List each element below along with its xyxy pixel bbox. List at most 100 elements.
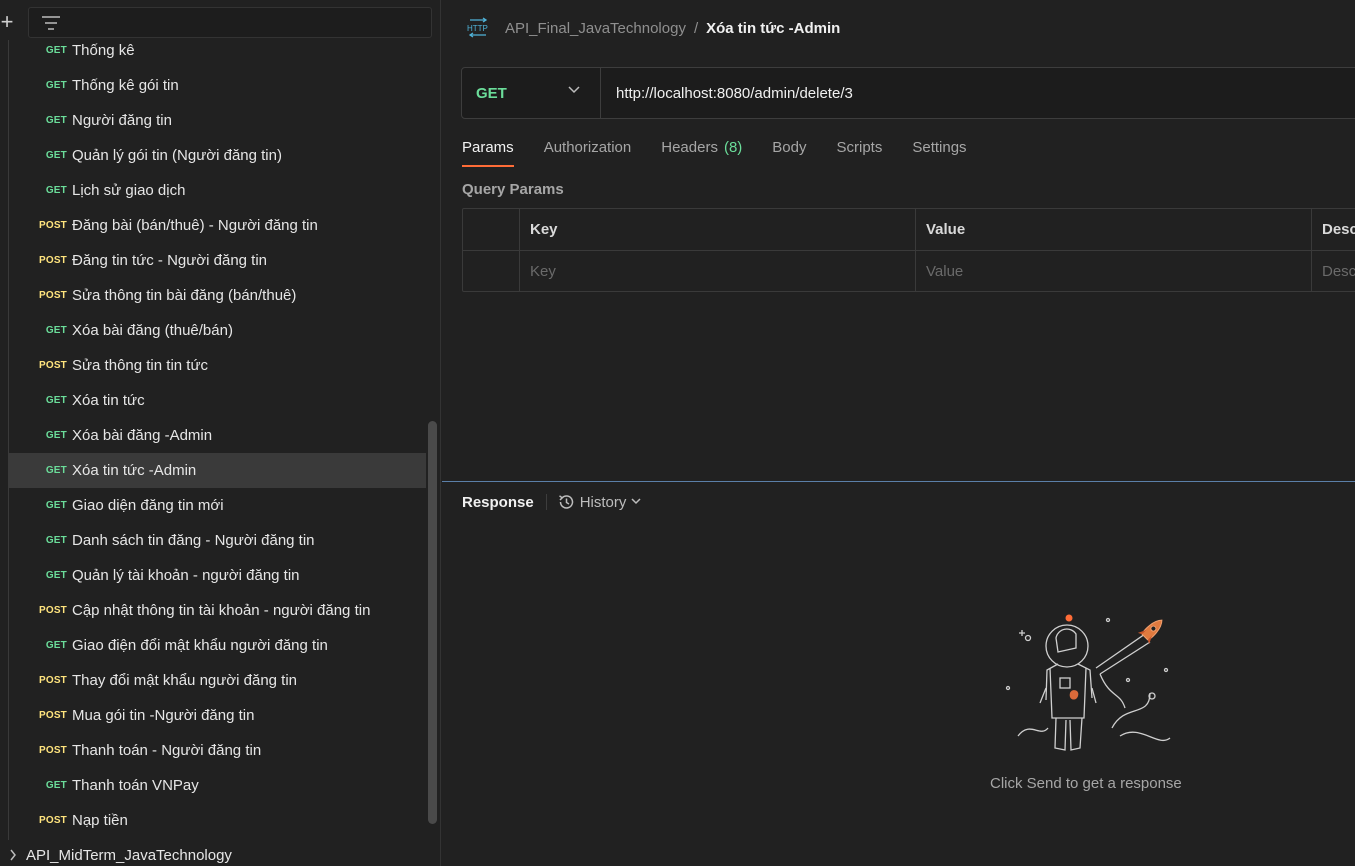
method-label: GET bbox=[476, 84, 507, 102]
query-params-table: Key Value Desc Key Value Desc bbox=[462, 208, 1355, 292]
request-name: Quản lý tài khoản - người đăng tin bbox=[72, 567, 300, 584]
request-name: Quản lý gói tin (Người đăng tin) bbox=[72, 147, 282, 164]
method-badge: POST bbox=[38, 745, 67, 756]
request-name: Thay đổi mật khẩu người đăng tin bbox=[72, 672, 298, 689]
sidebar-request-item[interactable]: POST Thay đổi mật khẩu người đăng tin bbox=[0, 663, 426, 698]
chevron-down-icon bbox=[568, 86, 580, 94]
history-button[interactable]: History bbox=[557, 493, 652, 511]
response-title: Response bbox=[462, 493, 534, 511]
request-name: Thống kê gói tin bbox=[72, 77, 179, 94]
request-panel: HTTP API_Final_JavaTechnology / Xóa tin … bbox=[442, 0, 1355, 866]
sidebar-request-item[interactable]: GET Xóa tin tức -Admin bbox=[8, 453, 426, 488]
request-name: Xóa bài đăng -Admin bbox=[72, 427, 213, 444]
value-input[interactable]: Value bbox=[915, 251, 1311, 291]
method-badge: GET bbox=[45, 500, 67, 511]
request-name: Mua gói tin -Người đăng tin bbox=[72, 707, 255, 724]
column-header-value: Value bbox=[915, 209, 1311, 250]
sidebar-request-item[interactable]: POST Thanh toán - Người đăng tin bbox=[0, 733, 426, 768]
astronaut-illustration bbox=[1005, 614, 1171, 751]
sidebar-request-item[interactable]: POST Sửa thông tin bài đăng (bán/thuê) bbox=[0, 278, 426, 313]
tab-scripts-label: Scripts bbox=[836, 139, 883, 156]
sidebar-request-item[interactable]: GET Xóa bài đăng -Admin bbox=[0, 418, 426, 453]
tab-authorization[interactable]: Authorization bbox=[544, 135, 632, 167]
sidebar-request-item[interactable]: GET Giao diện đăng tin mới bbox=[0, 488, 426, 523]
sidebar-request-item[interactable]: GET Thống kê bbox=[0, 33, 426, 68]
sidebar-request-item[interactable]: GET Xóa bài đăng (thuê/bán) bbox=[0, 313, 426, 348]
method-select[interactable]: GET bbox=[462, 68, 601, 118]
method-badge: GET bbox=[45, 115, 67, 126]
sidebar-request-item[interactable]: GET Danh sách tin đăng - Người đăng tin bbox=[0, 523, 426, 558]
sidebar-request-item[interactable]: GET Xóa tin tức bbox=[0, 383, 426, 418]
tab-params-label: Params bbox=[462, 139, 514, 156]
method-badge: GET bbox=[45, 430, 67, 441]
request-name: Xóa tin tức bbox=[72, 392, 145, 409]
sidebar-request-item[interactable]: POST Nạp tiền bbox=[0, 803, 426, 838]
history-icon bbox=[558, 495, 573, 509]
request-name: Danh sách tin đăng - Người đăng tin bbox=[72, 532, 315, 549]
breadcrumb-request-name[interactable]: Xóa tin tức -Admin bbox=[706, 20, 840, 37]
sidebar-request-item[interactable]: GET Quản lý gói tin (Người đăng tin) bbox=[0, 138, 426, 173]
method-badge: GET bbox=[45, 395, 67, 406]
response-header: Response History bbox=[462, 490, 651, 514]
sidebar-request-item[interactable]: POST Đăng tin tức - Người đăng tin bbox=[0, 243, 426, 278]
url-input[interactable] bbox=[601, 68, 1355, 118]
breadcrumb-separator: / bbox=[693, 19, 699, 37]
empty-response-message: Click Send to get a response bbox=[990, 775, 1182, 792]
sidebar: + GET Thống kê GET Thống kê gói tin GET Người… bbox=[0, 0, 441, 866]
filter-icon[interactable] bbox=[41, 15, 61, 31]
method-badge: GET bbox=[45, 535, 67, 546]
method-badge: GET bbox=[45, 780, 67, 791]
tab-body[interactable]: Body bbox=[772, 135, 806, 167]
http-request-icon: HTTP bbox=[466, 17, 490, 39]
method-badge: GET bbox=[45, 150, 67, 161]
method-badge: GET bbox=[45, 80, 67, 91]
method-badge: POST bbox=[38, 815, 67, 826]
add-icon[interactable]: + bbox=[0, 8, 18, 36]
sidebar-request-item[interactable]: GET Người đăng tin bbox=[0, 103, 426, 138]
sidebar-request-item[interactable]: POST Sửa thông tin tin tức bbox=[0, 348, 426, 383]
svg-text:HTTP: HTTP bbox=[467, 24, 488, 33]
breadcrumb-collection[interactable]: API_Final_JavaTechnology bbox=[505, 20, 686, 37]
sidebar-request-item[interactable]: GET Thống kê gói tin bbox=[0, 68, 426, 103]
sidebar-request-item[interactable]: GET Quản lý tài khoản - người đăng tin bbox=[0, 558, 426, 593]
method-badge: GET bbox=[45, 45, 67, 56]
method-badge: GET bbox=[45, 570, 67, 581]
sidebar-request-item[interactable]: GET Thanh toán VNPay bbox=[0, 768, 426, 803]
tab-headers[interactable]: Headers (8) bbox=[661, 135, 742, 167]
sidebar-scrollbar[interactable] bbox=[428, 421, 437, 824]
description-input[interactable]: Desc bbox=[1311, 251, 1355, 291]
sidebar-request-item[interactable]: POST Đăng bài (bán/thuê) - Người đăng tin bbox=[0, 208, 426, 243]
request-name: Người đăng tin bbox=[72, 112, 172, 129]
pane-splitter[interactable] bbox=[442, 481, 1355, 482]
request-name: Xóa tin tức -Admin bbox=[72, 462, 197, 479]
tab-scripts[interactable]: Scripts bbox=[837, 135, 883, 167]
request-tabs: Params Authorization Headers (8) Body Scr… bbox=[462, 135, 997, 169]
method-badge: GET bbox=[45, 325, 67, 336]
chevron-right-icon[interactable] bbox=[0, 849, 26, 861]
query-params-label: Query Params bbox=[462, 181, 564, 198]
method-badge: POST bbox=[38, 360, 67, 371]
sidebar-request-item[interactable]: POST Mua gói tin -Người đăng tin bbox=[0, 698, 426, 733]
column-header-description: Desc bbox=[1311, 209, 1355, 250]
request-name: Giao diện đăng tin mới bbox=[72, 497, 224, 514]
request-name: Thanh toán - Người đăng tin bbox=[72, 742, 262, 759]
history-label: History bbox=[579, 493, 627, 511]
row-checkbox-cell[interactable] bbox=[463, 251, 519, 291]
tab-params[interactable]: Params bbox=[462, 135, 514, 167]
method-badge: POST bbox=[38, 220, 67, 231]
request-name: Thanh toán VNPay bbox=[72, 777, 199, 794]
tab-settings[interactable]: Settings bbox=[912, 135, 966, 167]
request-name: Sửa thông tin bài đăng (bán/thuê) bbox=[72, 287, 297, 304]
collection-item[interactable]: API_MidTerm_JavaTechnology bbox=[0, 843, 426, 866]
key-input[interactable]: Key bbox=[519, 251, 915, 291]
sidebar-request-item[interactable]: GET Giao điện đổi mật khẩu người đăng tin bbox=[0, 628, 426, 663]
breadcrumb: HTTP API_Final_JavaTechnology / Xóa tin … bbox=[466, 14, 840, 42]
method-badge: GET bbox=[45, 185, 67, 196]
checkbox-column-header bbox=[463, 209, 519, 250]
column-header-key: Key bbox=[519, 209, 915, 250]
sidebar-request-item[interactable]: GET Lịch sử giao dịch bbox=[0, 173, 426, 208]
request-name: Xóa bài đăng (thuê/bán) bbox=[72, 322, 233, 339]
collection-name: API_MidTerm_JavaTechnology bbox=[26, 846, 232, 864]
response-divider bbox=[545, 494, 547, 510]
sidebar-request-item[interactable]: POST Cập nhật thông tin tài khoản - người… bbox=[0, 593, 426, 628]
